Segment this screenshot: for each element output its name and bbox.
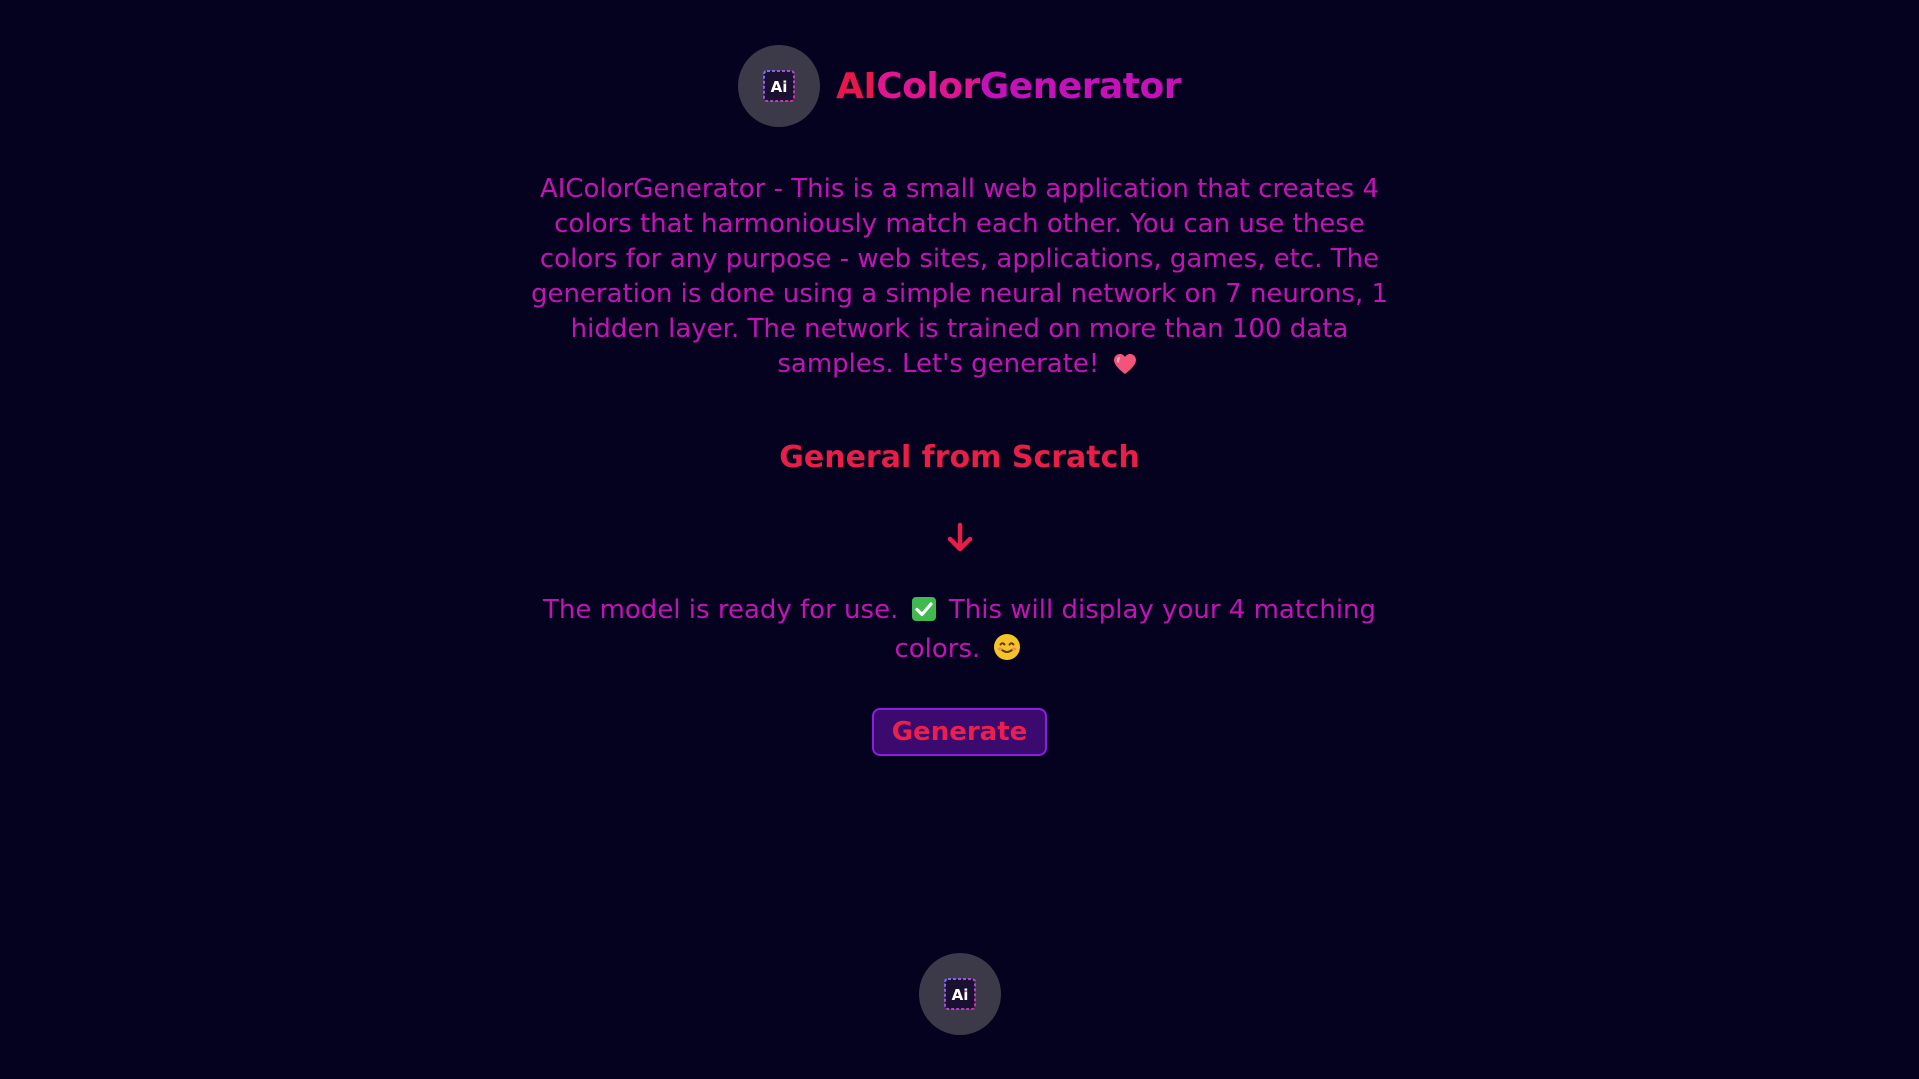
generate-button[interactable]: Generate [872,708,1047,756]
description: AIColorGenerator - This is a small web a… [0,172,1919,386]
svg-text:Ai: Ai [771,78,788,96]
generate-button-wrapper: Generate [0,708,1919,756]
description-text: AIColorGenerator - This is a small web a… [530,174,1389,379]
app-title: AIColorGenerator [835,65,1182,107]
arrow-down-icon [940,520,980,556]
status-message: The model is ready for use. This will di… [0,593,1919,671]
ai-grid-icon: Ai [762,70,795,102]
app-title-part-color: Color [876,65,980,107]
logo[interactable]: Ai [737,45,820,127]
svg-text:Ai: Ai [952,986,969,1004]
app-title-part-generator: Generator [979,65,1182,107]
app-title-part-ai: AI [835,65,877,107]
status-text-ready: The model is ready for use. [542,595,899,625]
ai-grid-icon: Ai [944,978,976,1010]
page: Ai AIColorGenerator AIColorGenerator - T… [0,0,1919,1079]
section-title: General from Scratch [779,440,1140,475]
header: Ai AIColorGenerator [0,45,1919,127]
footer-logo[interactable]: Ai [919,953,1001,1035]
status-text-display: This will display your 4 matching colors… [894,595,1377,664]
smiling-face-icon [993,633,1021,671]
check-mark-icon [911,596,937,632]
heart-icon [1112,351,1138,386]
